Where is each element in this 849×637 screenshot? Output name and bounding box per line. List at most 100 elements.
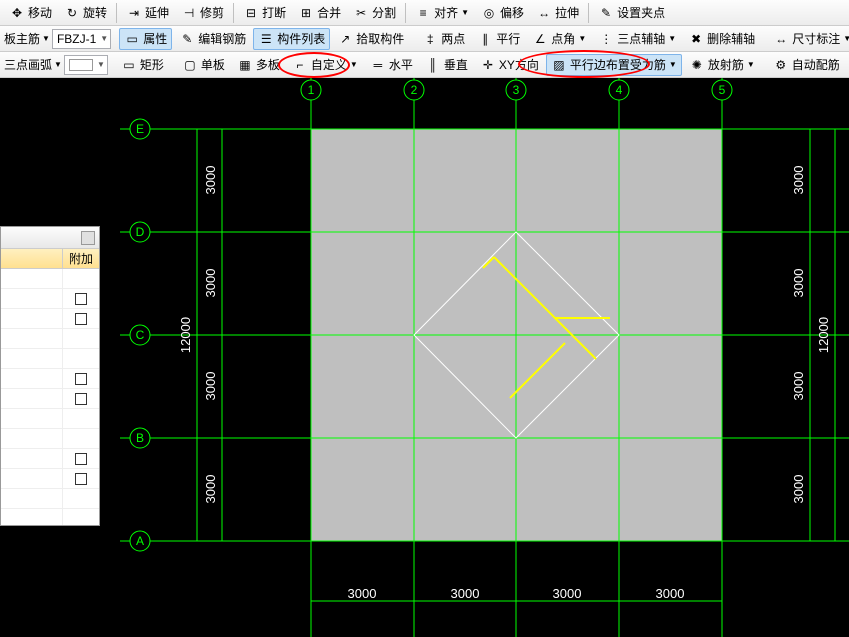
auto-rebar-button[interactable]: ⚙自动配筋 xyxy=(768,54,845,76)
type-label: 板主筋 xyxy=(4,30,40,47)
svg-text:4: 4 xyxy=(616,83,623,97)
svg-text:3000: 3000 xyxy=(203,475,218,504)
horiz-label: 水平 xyxy=(389,56,413,73)
axis-bubbles-left: E D C B A xyxy=(130,119,150,551)
radial-label: 放射筋 xyxy=(708,56,744,73)
table-row[interactable] xyxy=(1,489,99,509)
separator xyxy=(588,3,589,23)
move-button[interactable]: ✥移动 xyxy=(4,2,57,24)
edit-rebar-label: 编辑钢筋 xyxy=(198,30,246,47)
merge-button[interactable]: ⊞合并 xyxy=(293,2,346,24)
table-row[interactable] xyxy=(1,409,99,429)
extend-button[interactable]: ⇥延伸 xyxy=(121,2,174,24)
xy-button[interactable]: ✛XY方向 xyxy=(475,54,544,76)
axis-bubbles-top: 1 2 3 4 5 xyxy=(301,80,732,100)
table-row[interactable] xyxy=(1,369,99,389)
svg-text:3000: 3000 xyxy=(203,269,218,298)
close-icon[interactable] xyxy=(81,231,95,245)
custom-button[interactable]: ⌐自定义▼ xyxy=(287,54,363,76)
table-row[interactable] xyxy=(1,269,99,289)
arc3-arrow-icon[interactable]: ▼ xyxy=(54,60,62,69)
edit-rebar-button[interactable]: ✎编辑钢筋 xyxy=(174,28,251,50)
move-label: 移动 xyxy=(28,4,52,21)
table-row[interactable] xyxy=(1,329,99,349)
separator xyxy=(233,3,234,23)
panel-rows xyxy=(1,269,99,525)
vert-button[interactable]: ║垂直 xyxy=(420,54,473,76)
two-point-button[interactable]: ‡两点 xyxy=(417,28,470,50)
plan-svg: 1 2 3 4 5 E D C B A 3000 3000 3000 3000 xyxy=(0,78,849,637)
pick-component-button[interactable]: ↗拾取构件 xyxy=(332,28,409,50)
svg-text:3000: 3000 xyxy=(203,166,218,195)
table-row[interactable] xyxy=(1,289,99,309)
component-list-button[interactable]: ☰构件列表 xyxy=(253,28,330,50)
checkbox[interactable] xyxy=(75,473,87,485)
trim-label: 修剪 xyxy=(200,4,224,21)
svg-text:3000: 3000 xyxy=(553,586,582,601)
checkbox[interactable] xyxy=(75,393,87,405)
svg-text:3000: 3000 xyxy=(791,475,806,504)
checkbox[interactable] xyxy=(75,453,87,465)
xy-label: XY方向 xyxy=(499,56,539,73)
type-dropdown[interactable]: FBZJ-1 ▼ xyxy=(52,29,111,49)
svg-text:3000: 3000 xyxy=(791,269,806,298)
svg-text:E: E xyxy=(136,122,144,136)
pick-label: 拾取构件 xyxy=(356,30,404,47)
break-button[interactable]: ⊟打断 xyxy=(238,2,291,24)
three-aux-button[interactable]: ⋮三点辅轴▼ xyxy=(593,28,681,50)
table-row[interactable] xyxy=(1,449,99,469)
rotate-button[interactable]: ↻旋转 xyxy=(59,2,112,24)
setgrip-label: 设置夹点 xyxy=(617,4,665,21)
svg-text:3000: 3000 xyxy=(791,166,806,195)
rotate-label: 旋转 xyxy=(83,4,107,21)
checkbox[interactable] xyxy=(75,313,87,325)
align-button[interactable]: ≡对齐▼ xyxy=(410,2,474,24)
dim-button[interactable]: ↔尺寸标注▼ xyxy=(768,28,849,50)
parallel-label: 平行 xyxy=(496,30,520,47)
checkbox[interactable] xyxy=(75,373,87,385)
type-arrow-icon[interactable]: ▼ xyxy=(42,34,50,43)
table-row[interactable] xyxy=(1,349,99,369)
single-slab-button[interactable]: ▢单板 xyxy=(177,54,230,76)
angle-button[interactable]: ∠点角▼ xyxy=(527,28,591,50)
arc3-label: 三点画弧 xyxy=(4,56,52,73)
checkbox[interactable] xyxy=(75,293,87,305)
toolbar-draw: 三点画弧 ▼ ▼ ▭矩形 ▢单板 ▦多板 ⌐自定义▼ ═水平 ║垂直 ✛XY方向… xyxy=(0,52,849,78)
table-row[interactable] xyxy=(1,429,99,449)
rect-button[interactable]: ▭矩形 xyxy=(116,54,169,76)
offset-button[interactable]: ◎偏移 xyxy=(476,2,529,24)
auto-label: 自动配筋 xyxy=(792,56,840,73)
parallel-edge-button[interactable]: ▨平行边布置受力筋▼ xyxy=(546,54,682,76)
stretch-button[interactable]: ↔拉伸 xyxy=(531,2,584,24)
break-label: 打断 xyxy=(262,4,286,21)
rebar-panel[interactable]: 附加 xyxy=(0,226,100,526)
color-dropdown[interactable]: ▼ xyxy=(64,55,108,75)
trim-button[interactable]: ⊣修剪 xyxy=(176,2,229,24)
split-button[interactable]: ✂分割 xyxy=(348,2,401,24)
parallel-edge-label: 平行边布置受力筋 xyxy=(570,56,666,73)
del-aux-button[interactable]: ✖删除辅轴 xyxy=(683,28,760,50)
setgrip-button[interactable]: ✎设置夹点 xyxy=(593,2,670,24)
parallel-button[interactable]: ∥平行 xyxy=(472,28,525,50)
table-row[interactable] xyxy=(1,389,99,409)
svg-text:2: 2 xyxy=(411,83,418,97)
panel-columns: 附加 xyxy=(1,249,99,269)
separator xyxy=(116,3,117,23)
horiz-button[interactable]: ═水平 xyxy=(365,54,418,76)
align-label: 对齐 xyxy=(434,4,458,21)
component-list-label: 构件列表 xyxy=(277,30,325,47)
table-row[interactable] xyxy=(1,469,99,489)
properties-label: 属性 xyxy=(143,30,167,47)
svg-text:B: B xyxy=(136,431,144,445)
svg-text:C: C xyxy=(136,328,145,342)
extend-label: 延伸 xyxy=(145,4,169,21)
rect-label: 矩形 xyxy=(140,56,164,73)
table-row[interactable] xyxy=(1,509,99,525)
radial-button[interactable]: ✺放射筋▼ xyxy=(684,54,760,76)
multi-slab-button[interactable]: ▦多板 xyxy=(232,54,285,76)
vert-label: 垂直 xyxy=(444,56,468,73)
drawing-canvas[interactable]: 1 2 3 4 5 E D C B A 3000 3000 3000 3000 xyxy=(0,78,849,637)
properties-button[interactable]: ▭属性 xyxy=(119,28,172,50)
single-label: 单板 xyxy=(201,56,225,73)
table-row[interactable] xyxy=(1,309,99,329)
